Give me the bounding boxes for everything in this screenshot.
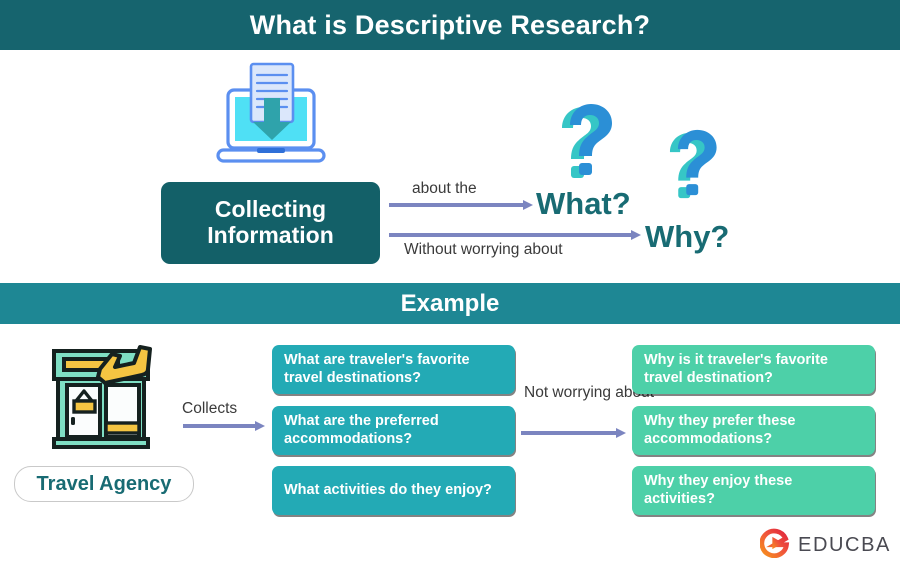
travel-agency-label-text: Travel Agency (36, 472, 172, 495)
collecting-line-2: Information (207, 222, 334, 248)
arrow-label-about-the: about the (412, 180, 477, 197)
why-question-box: Why they prefer these accommodations? (632, 406, 875, 455)
arrow-label-not-worrying-about: Not worrying about (524, 384, 655, 401)
educba-branding: EDUCBA (759, 528, 891, 563)
what-question-box: What are the preferred accommodations? (272, 406, 515, 455)
why-question-text: Why is it traveler's favorite travel des… (644, 352, 828, 386)
infographic-canvas: What is Descriptive Research? Collecting… (0, 0, 900, 570)
what-question-box: What are traveler's favorite travel dest… (272, 345, 515, 394)
arrow-collects (183, 421, 265, 431)
question-mark-icon (553, 102, 621, 178)
arrow-to-why (389, 230, 641, 240)
what-question-text: What are the preferred accommodations? (284, 413, 439, 447)
what-question-text: What activities do they enjoy? (284, 481, 492, 498)
why-question-text: Why they prefer these accommodations? (644, 413, 796, 447)
question-word-what: What? (536, 186, 631, 221)
travel-agency-storefront-icon (42, 341, 168, 460)
question-mark-icon (662, 128, 724, 200)
arrow-not-worrying-about (521, 428, 626, 438)
educba-logo-icon (759, 528, 790, 563)
why-question-text: Why they enjoy these activities? (644, 473, 793, 507)
collecting-information-box: Collecting Information (161, 182, 380, 264)
educba-wordmark: EDUCBA (798, 534, 891, 556)
collecting-line-1: Collecting (214, 196, 327, 223)
what-question-box: What activities do they enjoy? (272, 466, 515, 515)
what-question-text: What are traveler's favorite travel dest… (284, 352, 470, 386)
travel-agency-label: Travel Agency (14, 466, 194, 502)
arrow-to-what (389, 200, 533, 210)
example-banner-label: Example (400, 289, 500, 317)
arrow-label-without-worrying-about: Without worrying about (404, 241, 563, 258)
why-question-box: Why is it traveler's favorite travel des… (632, 345, 875, 394)
example-banner: Example (0, 283, 900, 324)
question-word-why: Why? (645, 219, 730, 254)
arrow-label-collects: Collects (182, 400, 238, 417)
laptop-download-icon (212, 62, 330, 174)
page-title-bar: What is Descriptive Research? (0, 0, 900, 50)
page-title: What is Descriptive Research? (249, 9, 651, 40)
why-question-box: Why they enjoy these activities? (632, 466, 875, 515)
